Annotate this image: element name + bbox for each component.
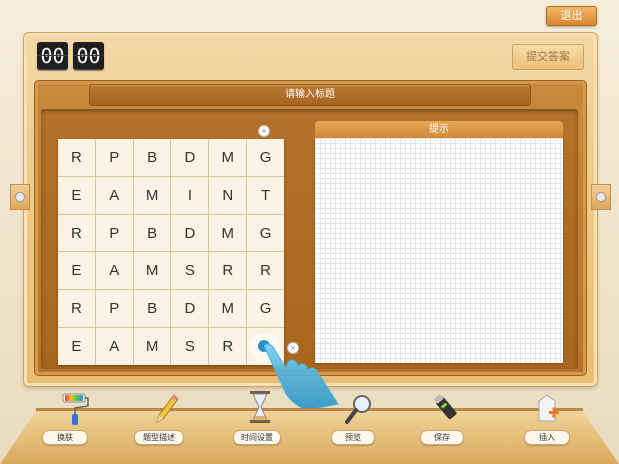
- grid-cell[interactable]: S: [171, 252, 209, 290]
- tool-insert-button[interactable]: 插入: [524, 430, 570, 445]
- grid-cell[interactable]: E: [58, 328, 95, 365]
- hint-title: 提示: [315, 121, 563, 138]
- grid-cell[interactable]: R: [58, 290, 95, 328]
- grid-cell[interactable]: P: [95, 290, 133, 328]
- grid-cell[interactable]: M: [209, 139, 247, 176]
- letter-grid: R P B D M G E A M I N T R P B D M G E A …: [58, 139, 284, 365]
- grid-cell[interactable]: A: [95, 176, 133, 214]
- grid-cell[interactable]: D: [171, 214, 209, 252]
- grid-cell[interactable]: A: [95, 252, 133, 290]
- grid-cell[interactable]: G: [247, 214, 284, 252]
- timer-minutes: 00: [37, 42, 68, 70]
- grid-cell[interactable]: B: [133, 139, 171, 176]
- grid-cell[interactable]: T: [247, 176, 284, 214]
- insert-document-icon[interactable]: [531, 392, 565, 426]
- grid-cell[interactable]: B: [133, 290, 171, 328]
- pencil-icon[interactable]: [150, 392, 184, 426]
- tool-time-settings-button[interactable]: 时间设置: [233, 430, 281, 445]
- usb-drive-icon[interactable]: [430, 392, 464, 426]
- grid-cell[interactable]: D: [171, 139, 209, 176]
- grid-cell[interactable]: R: [209, 252, 247, 290]
- grid-cell[interactable]: E: [58, 252, 95, 290]
- grid-cell[interactable]: P: [95, 139, 133, 176]
- grid-cell[interactable]: M: [133, 176, 171, 214]
- tool-save-button[interactable]: 保存: [420, 430, 464, 445]
- grid-cell[interactable]: G: [247, 290, 284, 328]
- shelf-edge: [36, 408, 583, 411]
- grid-cell[interactable]: R: [247, 252, 284, 290]
- grid-cell[interactable]: M: [133, 252, 171, 290]
- grid-cell[interactable]: M: [133, 328, 171, 365]
- submit-answer-button[interactable]: 提交答案: [512, 44, 584, 70]
- timer-seconds: 00: [73, 42, 104, 70]
- magnifier-icon[interactable]: [342, 392, 376, 426]
- grid-cell[interactable]: R: [209, 328, 247, 365]
- hourglass-icon[interactable]: [243, 390, 277, 424]
- grid-cell[interactable]: M: [209, 214, 247, 252]
- grid-cell[interactable]: A: [95, 328, 133, 365]
- paint-roller-icon[interactable]: [58, 392, 92, 426]
- grid-close-top-icon[interactable]: ×: [258, 125, 270, 137]
- grid-cell[interactable]: R: [58, 214, 95, 252]
- grid-cell[interactable]: P: [95, 214, 133, 252]
- grid-cell[interactable]: M: [209, 290, 247, 328]
- grid-cell[interactable]: I: [171, 176, 209, 214]
- grid-cell[interactable]: E: [58, 176, 95, 214]
- right-side-handle: [591, 184, 611, 210]
- tool-skin-button[interactable]: 换肤: [42, 430, 88, 445]
- title-input[interactable]: 请输入标题: [89, 84, 531, 106]
- grid-cell[interactable]: S: [171, 328, 209, 365]
- grid-cell[interactable]: B: [133, 214, 171, 252]
- grid-cell[interactable]: D: [171, 290, 209, 328]
- grid-cell[interactable]: G: [247, 139, 284, 176]
- grid-cell[interactable]: R: [58, 139, 95, 176]
- grid-cell[interactable]: N: [209, 176, 247, 214]
- left-side-handle: [10, 184, 30, 210]
- tool-description-button[interactable]: 题型描述: [134, 430, 184, 445]
- exit-button[interactable]: 退出: [546, 6, 597, 26]
- hint-panel[interactable]: [315, 138, 563, 363]
- tool-preview-button[interactable]: 预览: [331, 430, 375, 445]
